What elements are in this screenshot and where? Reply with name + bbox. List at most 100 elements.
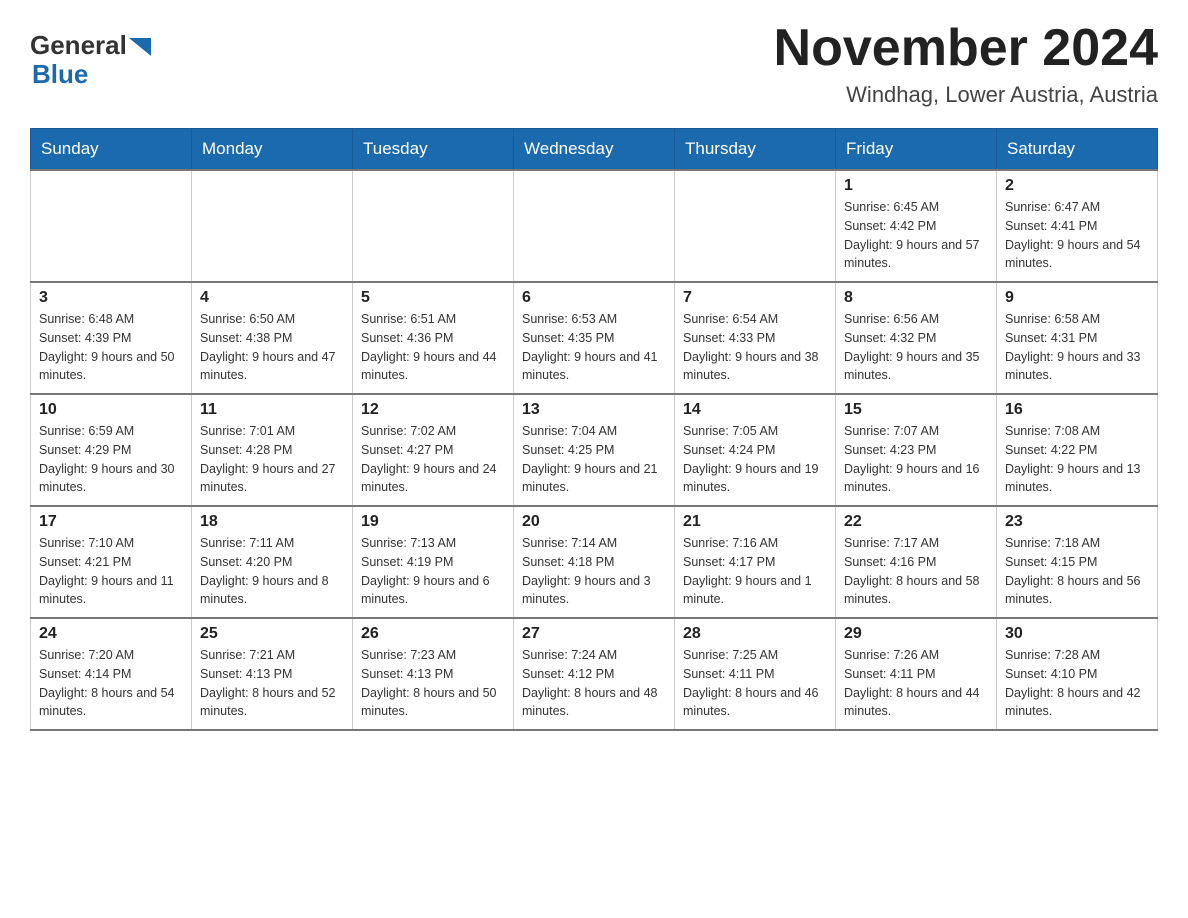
calendar-cell: 10 Sunrise: 6:59 AMSunset: 4:29 PMDayligh… (31, 394, 192, 506)
day-info: Sunrise: 7:21 AMSunset: 4:13 PMDaylight:… (200, 646, 344, 721)
day-number: 19 (361, 513, 505, 531)
day-number: 18 (200, 513, 344, 531)
calendar-cell: 27 Sunrise: 7:24 AMSunset: 4:12 PMDayligh… (514, 618, 675, 730)
day-info: Sunrise: 6:47 AMSunset: 4:41 PMDaylight:… (1005, 198, 1149, 273)
day-number: 10 (39, 401, 183, 419)
day-number: 17 (39, 513, 183, 531)
week-row-5: 24 Sunrise: 7:20 AMSunset: 4:14 PMDayligh… (31, 618, 1158, 730)
weekday-header-thursday: Thursday (675, 129, 836, 171)
day-info: Sunrise: 7:01 AMSunset: 4:28 PMDaylight:… (200, 422, 344, 497)
calendar-cell: 14 Sunrise: 7:05 AMSunset: 4:24 PMDayligh… (675, 394, 836, 506)
calendar-cell: 9Sunrise: 6:58 AMSunset: 4:31 PMDaylight… (997, 282, 1158, 394)
weekday-header-tuesday: Tuesday (353, 129, 514, 171)
calendar-cell: 3 Sunrise: 6:48 AMSunset: 4:39 PMDaylight… (31, 282, 192, 394)
day-info: Sunrise: 6:59 AMSunset: 4:29 PMDaylight:… (39, 422, 183, 497)
calendar-cell: 17 Sunrise: 7:10 AMSunset: 4:21 PMDayligh… (31, 506, 192, 618)
page-header: General Blue November 2024 Windhag, Lowe… (30, 20, 1158, 108)
day-info: Sunrise: 7:16 AMSunset: 4:17 PMDaylight:… (683, 534, 827, 609)
day-info: Sunrise: 7:10 AMSunset: 4:21 PMDaylight:… (39, 534, 183, 609)
day-info: Sunrise: 6:51 AMSunset: 4:36 PMDaylight:… (361, 310, 505, 385)
day-number: 13 (522, 401, 666, 419)
calendar-cell: 30 Sunrise: 7:28 AMSunset: 4:10 PMDayligh… (997, 618, 1158, 730)
calendar-cell: 26 Sunrise: 7:23 AMSunset: 4:13 PMDayligh… (353, 618, 514, 730)
day-info: Sunrise: 7:14 AMSunset: 4:18 PMDaylight:… (522, 534, 666, 609)
day-number: 14 (683, 401, 827, 419)
logo: General Blue (30, 30, 151, 90)
week-row-2: 3 Sunrise: 6:48 AMSunset: 4:39 PMDaylight… (31, 282, 1158, 394)
weekday-header-sunday: Sunday (31, 129, 192, 171)
month-title: November 2024 (774, 20, 1158, 77)
day-info: Sunrise: 7:23 AMSunset: 4:13 PMDaylight:… (361, 646, 505, 721)
day-info: Sunrise: 7:26 AMSunset: 4:11 PMDaylight:… (844, 646, 988, 721)
calendar-cell: 11 Sunrise: 7:01 AMSunset: 4:28 PMDayligh… (192, 394, 353, 506)
day-number: 25 (200, 625, 344, 643)
week-row-1: 1 Sunrise: 6:45 AMSunset: 4:42 PMDaylight… (31, 170, 1158, 282)
week-row-3: 10 Sunrise: 6:59 AMSunset: 4:29 PMDayligh… (31, 394, 1158, 506)
day-number: 22 (844, 513, 988, 531)
day-number: 3 (39, 289, 183, 307)
day-number: 30 (1005, 625, 1149, 643)
day-info: Sunrise: 6:58 AMSunset: 4:31 PMDaylight:… (1005, 310, 1149, 385)
weekday-header-monday: Monday (192, 129, 353, 171)
day-info: Sunrise: 6:50 AMSunset: 4:38 PMDaylight:… (200, 310, 344, 385)
day-info: Sunrise: 7:17 AMSunset: 4:16 PMDaylight:… (844, 534, 988, 609)
calendar-cell: 25 Sunrise: 7:21 AMSunset: 4:13 PMDayligh… (192, 618, 353, 730)
day-number: 6 (522, 289, 666, 307)
calendar-cell: 18 Sunrise: 7:11 AMSunset: 4:20 PMDayligh… (192, 506, 353, 618)
calendar-cell (514, 170, 675, 282)
calendar-cell: 24 Sunrise: 7:20 AMSunset: 4:14 PMDayligh… (31, 618, 192, 730)
calendar-cell: 7 Sunrise: 6:54 AMSunset: 4:33 PMDaylight… (675, 282, 836, 394)
day-number: 8 (844, 289, 988, 307)
location-title: Windhag, Lower Austria, Austria (774, 82, 1158, 108)
day-number: 26 (361, 625, 505, 643)
day-info: Sunrise: 6:56 AMSunset: 4:32 PMDaylight:… (844, 310, 988, 385)
day-info: Sunrise: 7:18 AMSunset: 4:15 PMDaylight:… (1005, 534, 1149, 609)
day-number: 1 (844, 177, 988, 195)
day-number: 24 (39, 625, 183, 643)
calendar-cell (675, 170, 836, 282)
day-info: Sunrise: 7:07 AMSunset: 4:23 PMDaylight:… (844, 422, 988, 497)
calendar-cell: 1 Sunrise: 6:45 AMSunset: 4:42 PMDaylight… (836, 170, 997, 282)
calendar-cell: 19 Sunrise: 7:13 AMSunset: 4:19 PMDayligh… (353, 506, 514, 618)
day-info: Sunrise: 7:02 AMSunset: 4:27 PMDaylight:… (361, 422, 505, 497)
day-info: Sunrise: 7:20 AMSunset: 4:14 PMDaylight:… (39, 646, 183, 721)
calendar-cell: 8 Sunrise: 6:56 AMSunset: 4:32 PMDaylight… (836, 282, 997, 394)
calendar-cell: 13 Sunrise: 7:04 AMSunset: 4:25 PMDayligh… (514, 394, 675, 506)
calendar-cell: 6Sunrise: 6:53 AMSunset: 4:35 PMDaylight… (514, 282, 675, 394)
calendar-cell: 16 Sunrise: 7:08 AMSunset: 4:22 PMDayligh… (997, 394, 1158, 506)
day-info: Sunrise: 6:48 AMSunset: 4:39 PMDaylight:… (39, 310, 183, 385)
day-info: Sunrise: 6:45 AMSunset: 4:42 PMDaylight:… (844, 198, 988, 273)
day-number: 7 (683, 289, 827, 307)
day-info: Sunrise: 6:54 AMSunset: 4:33 PMDaylight:… (683, 310, 827, 385)
day-number: 16 (1005, 401, 1149, 419)
logo-general-text: General (30, 30, 127, 61)
weekday-header-friday: Friday (836, 129, 997, 171)
day-number: 5 (361, 289, 505, 307)
day-number: 2 (1005, 177, 1149, 195)
day-number: 23 (1005, 513, 1149, 531)
calendar-cell: 5 Sunrise: 6:51 AMSunset: 4:36 PMDaylight… (353, 282, 514, 394)
logo-triangle-icon (129, 38, 151, 56)
day-info: Sunrise: 7:05 AMSunset: 4:24 PMDaylight:… (683, 422, 827, 497)
calendar-cell: 12Sunrise: 7:02 AMSunset: 4:27 PMDayligh… (353, 394, 514, 506)
day-number: 20 (522, 513, 666, 531)
day-info: Sunrise: 7:25 AMSunset: 4:11 PMDaylight:… (683, 646, 827, 721)
day-number: 11 (200, 401, 344, 419)
calendar-cell: 22 Sunrise: 7:17 AMSunset: 4:16 PMDayligh… (836, 506, 997, 618)
calendar-cell: 15Sunrise: 7:07 AMSunset: 4:23 PMDayligh… (836, 394, 997, 506)
calendar-cell (353, 170, 514, 282)
calendar-cell: 2 Sunrise: 6:47 AMSunset: 4:41 PMDaylight… (997, 170, 1158, 282)
day-number: 4 (200, 289, 344, 307)
day-info: Sunrise: 7:24 AMSunset: 4:12 PMDaylight:… (522, 646, 666, 721)
calendar-cell: 21Sunrise: 7:16 AMSunset: 4:17 PMDayligh… (675, 506, 836, 618)
title-area: November 2024 Windhag, Lower Austria, Au… (774, 20, 1158, 108)
day-info: Sunrise: 7:04 AMSunset: 4:25 PMDaylight:… (522, 422, 666, 497)
day-info: Sunrise: 7:28 AMSunset: 4:10 PMDaylight:… (1005, 646, 1149, 721)
day-info: Sunrise: 7:13 AMSunset: 4:19 PMDaylight:… (361, 534, 505, 609)
day-number: 27 (522, 625, 666, 643)
calendar-cell (192, 170, 353, 282)
weekday-header-saturday: Saturday (997, 129, 1158, 171)
day-info: Sunrise: 7:11 AMSunset: 4:20 PMDaylight:… (200, 534, 344, 609)
day-info: Sunrise: 7:08 AMSunset: 4:22 PMDaylight:… (1005, 422, 1149, 497)
calendar-cell (31, 170, 192, 282)
